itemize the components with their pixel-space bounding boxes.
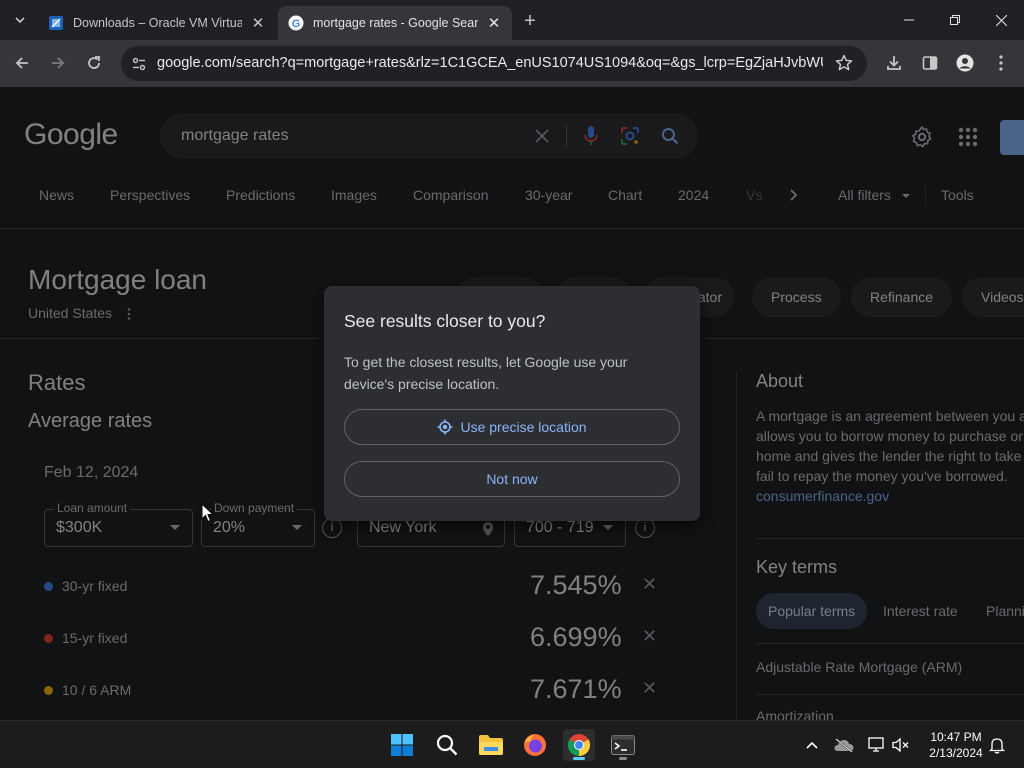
downloads-button[interactable] [881,50,907,76]
side-panel-icon [922,56,938,70]
profile-button[interactable] [952,50,978,76]
cloud-icon [834,738,854,752]
active-indicator [573,757,585,760]
tab-downloads[interactable]: Downloads – Oracle VM Virtual ✕ [38,6,276,40]
show-hidden-icons-button[interactable] [801,734,823,756]
chevron-down-icon [15,17,25,24]
plus-icon: + [524,9,536,32]
start-button[interactable] [386,729,418,761]
location-permission-dialog: See results closer to you? To get the cl… [324,286,700,521]
bell-icon [989,738,1005,754]
minimize-button[interactable] [886,0,932,40]
chrome-button[interactable] [563,729,595,761]
use-precise-location-button[interactable]: Use precise location [344,409,680,445]
site-info-icon[interactable] [131,56,147,72]
back-button[interactable] [9,50,35,76]
folder-icon [479,735,503,755]
chrome-icon [568,734,590,756]
search-results-page: Google mortgage rates News Perspectives … [0,87,1024,720]
mouse-cursor-icon [201,503,215,523]
reload-button[interactable] [81,50,107,76]
dialog-title: See results closer to you? [344,311,546,331]
volume-button[interactable] [890,734,912,756]
speaker-muted-icon [892,737,909,753]
arrow-left-icon [15,57,28,69]
firefox-button[interactable] [519,729,551,761]
windows-taskbar: 10:47 PM 2/13/2024 [0,720,1024,768]
download-icon [887,56,901,70]
minimize-icon [904,19,914,21]
dialog-body: To get the closest results, let Google u… [344,354,628,392]
clock-time: 10:47 PM [930,730,982,744]
close-icon[interactable]: ✕ [486,15,502,32]
close-window-button[interactable] [978,0,1024,40]
reload-icon [88,56,100,69]
close-icon[interactable]: ✕ [250,15,266,32]
virtualbox-icon [49,16,63,30]
star-icon[interactable] [835,54,853,72]
tab-mortgage-rates[interactable]: G mortgage rates - Google Search ✕ [278,6,512,40]
restore-button[interactable] [932,0,978,40]
windows-logo-icon [391,734,413,756]
more-vert-icon [999,55,1003,71]
forward-button[interactable] [45,50,71,76]
svg-text:G: G [292,18,301,30]
my-location-icon [437,419,453,435]
tab-search-button[interactable] [7,8,33,32]
url-text[interactable]: google.com/search?q=mortgage+rates&rlz=1… [157,46,823,81]
menu-button[interactable] [988,50,1014,76]
browser-toolbar: google.com/search?q=mortgage+rates&rlz=1… [0,40,1024,87]
system-clock[interactable]: 10:47 PM 2/13/2024 [916,729,996,761]
firefox-icon [524,734,546,756]
clock-date: 2/13/2024 [929,746,983,760]
new-tab-button[interactable]: + [518,9,542,33]
button-label: Use precise location [460,419,587,435]
chevron-up-icon [806,741,818,749]
terminal-icon [611,735,635,755]
not-now-button[interactable]: Not now [344,461,680,497]
restore-icon [950,15,960,25]
profile-icon [956,54,974,72]
google-icon: G [288,15,304,31]
tab-title: Downloads – Oracle VM Virtual [73,16,242,30]
tab-title: mortgage rates - Google Search [313,16,478,30]
search-icon [436,734,458,756]
close-icon [995,14,1007,26]
network-icon [868,737,884,752]
arrow-right-icon [52,57,65,69]
onedrive-button[interactable] [833,734,855,756]
address-bar[interactable]: google.com/search?q=mortgage+rates&rlz=1… [121,46,867,81]
network-button[interactable] [866,734,888,756]
tab-strip: Downloads – Oracle VM Virtual ✕ G mortga… [0,0,1024,40]
running-indicator [619,757,627,760]
search-taskbar-button[interactable] [431,729,463,761]
file-explorer-button[interactable] [475,729,507,761]
side-panel-button[interactable] [917,50,943,76]
notifications-button[interactable] [986,734,1008,756]
terminal-button[interactable] [607,729,639,761]
